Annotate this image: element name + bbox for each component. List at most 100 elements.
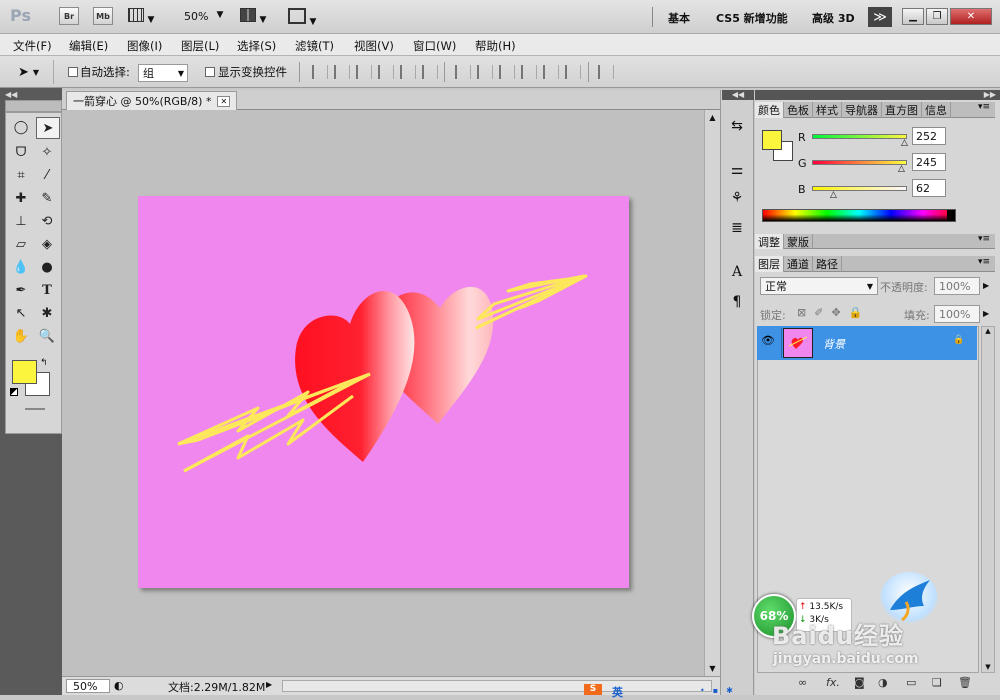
blue-slider-handle-icon[interactable]: △ (830, 190, 837, 200)
paragraph-panel-icon[interactable]: ¶ (726, 292, 748, 312)
align-hcenter-icon[interactable] (400, 65, 416, 79)
layer-style-icon[interactable]: fx. (826, 676, 840, 689)
bridge-button[interactable]: Br (59, 7, 79, 25)
zoom-tool-icon[interactable]: 🔍 (36, 326, 58, 346)
distribute-top-icon[interactable] (455, 65, 471, 79)
new-group-icon[interactable]: ▭ (906, 676, 916, 689)
tab-histogram[interactable]: 直方图 (882, 102, 922, 118)
green-slider-handle-icon[interactable]: △ (898, 164, 905, 174)
arrange-documents-button[interactable]: ▼ (240, 8, 274, 25)
dodge-tool-icon[interactable]: ● (36, 257, 58, 277)
red-slider[interactable] (812, 134, 907, 139)
ime-language-indicator[interactable]: 英 (612, 684, 623, 700)
blur-tool-icon[interactable]: 💧 (10, 257, 32, 277)
type-tool-icon[interactable]: T (36, 280, 58, 300)
distribute-vcenter-icon[interactable] (477, 65, 493, 79)
workspace-cs5-new[interactable]: CS5 新增功能 (716, 10, 788, 26)
hand-tool-icon[interactable]: ✋ (10, 326, 32, 346)
status-zoom-field[interactable]: 50% (66, 679, 110, 693)
tool-preset-picker[interactable]: ➤ ▼ (10, 60, 54, 84)
panel-menu-icon[interactable]: ▾≡ (978, 257, 990, 267)
new-layer-icon[interactable]: ❏ (932, 676, 942, 689)
panel-menu-icon[interactable]: ▾≡ (978, 102, 990, 112)
panel-menu-icon[interactable]: ▾≡ (978, 234, 990, 244)
view-extras-button[interactable]: ▼ (128, 8, 162, 25)
scroll-up-icon[interactable]: ▲ (982, 327, 994, 335)
menu-edit[interactable]: 编辑(E) (69, 38, 108, 54)
opacity-arrow-icon[interactable]: ▶ (983, 281, 989, 290)
blue-value-field[interactable]: 62 (912, 179, 946, 197)
align-left-icon[interactable] (378, 65, 394, 79)
distribute-left-icon[interactable] (521, 65, 537, 79)
align-bottom-icon[interactable] (356, 65, 372, 79)
move-tool-icon[interactable]: ➤ (36, 117, 60, 139)
link-layers-icon[interactable]: ∞ (798, 676, 807, 689)
distribute-bottom-icon[interactable] (499, 65, 515, 79)
zoom-dropdown[interactable]: 50% ▼ (184, 10, 223, 23)
lock-pixels-icon[interactable]: ✐ (814, 306, 823, 319)
character-panel-icon[interactable]: A (726, 262, 748, 282)
tab-layers[interactable]: 图层 (755, 256, 784, 272)
green-slider[interactable] (812, 160, 907, 165)
minimize-button[interactable]: ▁ (902, 8, 924, 25)
color-spectrum-bar[interactable] (762, 209, 956, 222)
clone-stamp-tool-icon[interactable]: ⊥ (10, 211, 32, 231)
clone-source-panel-icon[interactable]: ⚘ (726, 188, 748, 208)
menu-file[interactable]: 文件(F) (13, 38, 52, 54)
close-window-button[interactable]: ✕ (950, 8, 992, 25)
actions-panel-icon[interactable]: ≣ (726, 218, 748, 238)
custom-shape-tool-icon[interactable]: ✱ (36, 303, 58, 323)
tab-color[interactable]: 颜色 (755, 102, 784, 118)
adjustment-layer-icon[interactable]: ◑ (878, 676, 888, 689)
tab-adjustments[interactable]: 调整 (755, 234, 784, 249)
paint-bucket-tool-icon[interactable]: ◈ (36, 234, 58, 254)
show-transform-checkbox[interactable] (205, 67, 215, 77)
layers-scrollbar[interactable]: ▲ ▼ (981, 326, 995, 673)
blue-slider[interactable] (812, 186, 907, 191)
distribute-hcenter-icon[interactable] (543, 65, 559, 79)
ime-punctuation-icon[interactable]: • (700, 686, 705, 695)
path-selection-tool-icon[interactable]: ↖ (10, 303, 32, 323)
menu-help[interactable]: 帮助(H) (475, 38, 516, 54)
menu-view[interactable]: 视图(V) (354, 38, 394, 54)
lock-position-icon[interactable]: ✥ (831, 306, 840, 319)
distribute-right-icon[interactable] (565, 65, 581, 79)
layer-name[interactable]: 背景 (823, 336, 845, 352)
healing-brush-tool-icon[interactable]: ✚ (10, 188, 32, 208)
eraser-tool-icon[interactable]: ▱ (10, 234, 32, 254)
panel-foreground-swatch-front[interactable] (762, 130, 782, 150)
menu-select[interactable]: 选择(S) (237, 38, 276, 54)
scroll-down-icon[interactable]: ▼ (982, 663, 994, 671)
sogou-ime-icon[interactable]: S (584, 684, 602, 695)
status-menu-arrow-icon[interactable]: ▶ (266, 680, 272, 689)
close-tab-button[interactable]: ✕ (217, 95, 231, 107)
red-value-field[interactable]: 252 (912, 127, 946, 145)
delete-layer-icon[interactable]: 🗑 (958, 676, 972, 689)
history-brush-tool-icon[interactable]: ⟲ (36, 211, 58, 231)
brush-presets-panel-icon[interactable]: ⚌ (726, 160, 748, 180)
visibility-eye-icon[interactable]: 👁 (761, 334, 775, 347)
workspace-advanced-3d[interactable]: 高级 3D (812, 10, 855, 26)
menu-filter[interactable]: 滤镜(T) (295, 38, 334, 54)
document-canvas[interactable] (138, 196, 629, 588)
align-vcenter-icon[interactable] (334, 65, 350, 79)
more-workspaces-button[interactable]: ≫ (868, 7, 892, 27)
tab-info[interactable]: 信息 (922, 102, 951, 118)
fill-arrow-icon[interactable]: ▶ (983, 309, 989, 318)
blend-mode-dropdown[interactable]: 正常 ▼ (760, 277, 878, 295)
tab-channels[interactable]: 通道 (784, 256, 813, 272)
menu-window[interactable]: 窗口(W) (413, 38, 456, 54)
tab-paths[interactable]: 路径 (813, 256, 842, 272)
ime-settings-icon[interactable]: ✱ (726, 686, 733, 695)
add-mask-icon[interactable]: ◙ (854, 676, 865, 689)
foreground-color-swatch[interactable] (12, 360, 37, 384)
red-slider-handle-icon[interactable]: △ (901, 138, 908, 148)
tab-navigator[interactable]: 导航器 (842, 102, 882, 118)
toolbar-header[interactable] (5, 100, 62, 112)
ime-keyboard-icon[interactable]: ▪ (713, 686, 718, 695)
status-info-icon[interactable]: ◐ (114, 679, 124, 692)
tab-swatches[interactable]: 色板 (784, 102, 813, 118)
menu-layer[interactable]: 图层(L) (181, 38, 219, 54)
auto-align-icon[interactable] (598, 65, 614, 79)
magic-wand-tool-icon[interactable]: ✧ (36, 142, 58, 162)
